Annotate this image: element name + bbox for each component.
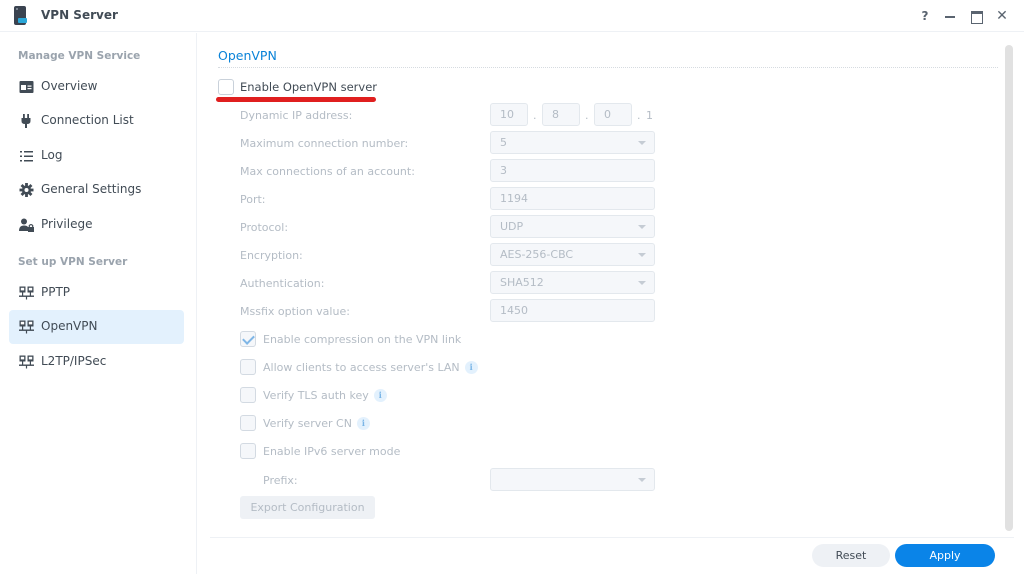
close-button[interactable]: ✕	[994, 7, 1010, 25]
sidebar-item-connection-list[interactable]: Connection List	[9, 104, 184, 138]
gear-icon	[19, 183, 34, 197]
allow-lan-label-row: Allow clients to access server's LAN i	[263, 361, 478, 374]
section-divider	[218, 67, 998, 68]
enable-openvpn-checkbox[interactable]	[218, 79, 234, 95]
sidebar-heading-manage: Manage VPN Service	[18, 50, 141, 62]
ip-separator: .	[533, 109, 537, 122]
authentication-label: Authentication:	[240, 277, 325, 290]
port-label: Port:	[240, 193, 266, 206]
authentication-select[interactable]: SHA512	[490, 271, 655, 294]
maximize-button[interactable]	[968, 7, 984, 25]
prefix-select[interactable]	[490, 468, 655, 491]
verify-server-cn-label: Verify server CN	[263, 417, 352, 430]
sidebar-item-label: Log	[41, 148, 63, 162]
sidebar: Manage VPN Service Overview Connection L…	[0, 33, 197, 574]
sidebar-item-log[interactable]: Log	[9, 139, 184, 173]
compression-label: Enable compression on the VPN link	[263, 333, 462, 346]
mssfix-label: Mssfix option value:	[240, 305, 350, 318]
port-input[interactable]: 1194	[490, 187, 655, 210]
sidebar-item-label: Privilege	[41, 217, 93, 231]
ip-separator: .	[637, 109, 641, 122]
sidebar-item-l2tp-ipsec[interactable]: L2TP/IPSec	[9, 345, 184, 379]
plug-icon	[21, 114, 31, 128]
max-connections-select[interactable]: 5	[490, 131, 655, 154]
encryption-label: Encryption:	[240, 249, 303, 262]
ip-octet-2-input[interactable]: 8	[542, 103, 580, 126]
red-annotation-underline	[216, 97, 376, 102]
info-icon[interactable]: i	[464, 361, 478, 374]
vertical-scrollbar[interactable]	[1005, 45, 1013, 531]
info-icon[interactable]: i	[356, 417, 370, 430]
sidebar-item-pptp[interactable]: PPTP	[9, 276, 184, 310]
enable-openvpn-label: Enable OpenVPN server	[240, 80, 378, 94]
footer-bar	[210, 537, 1014, 574]
verify-tls-label: Verify TLS auth key	[263, 389, 369, 402]
reset-button[interactable]: Reset	[812, 544, 890, 567]
max-per-account-input[interactable]: 3	[490, 159, 655, 182]
network-icon	[19, 286, 34, 300]
protocol-select[interactable]: UDP	[490, 215, 655, 238]
ipv6-mode-checkbox[interactable]	[240, 443, 256, 459]
verify-server-cn-label-row: Verify server CN i	[263, 417, 370, 430]
max-connections-label: Maximum connection number:	[240, 137, 409, 150]
user-lock-icon	[19, 218, 34, 232]
sidebar-heading-setup: Set up VPN Server	[18, 256, 128, 268]
openvpn-settings-panel: OpenVPN Enable OpenVPN server Dynamic IP…	[210, 33, 1014, 538]
title-bar: VPN Server ? ✕	[0, 0, 1024, 32]
export-configuration-button[interactable]: Export Configuration	[240, 496, 375, 519]
list-icon	[20, 151, 33, 162]
prefix-label: Prefix:	[263, 474, 298, 487]
sidebar-item-label: General Settings	[41, 182, 142, 196]
sidebar-item-overview[interactable]: Overview	[9, 70, 184, 104]
allow-lan-label: Allow clients to access server's LAN	[263, 361, 460, 374]
ip-octet-1-input[interactable]: 10	[490, 103, 528, 126]
mssfix-input[interactable]: 1450	[490, 299, 655, 322]
help-button[interactable]: ?	[917, 7, 933, 25]
overview-icon	[19, 81, 34, 93]
ip-octet-3-input[interactable]: 0	[594, 103, 632, 126]
vpn-server-app-icon	[14, 6, 27, 25]
encryption-select[interactable]: AES-256-CBC	[490, 243, 655, 266]
protocol-label: Protocol:	[240, 221, 289, 234]
network-icon	[19, 320, 34, 334]
ipv6-mode-label: Enable IPv6 server mode	[263, 445, 401, 458]
verify-tls-checkbox[interactable]	[240, 387, 256, 403]
window-title: VPN Server	[41, 8, 118, 22]
apply-button[interactable]: Apply	[895, 544, 995, 567]
dynamic-ip-label: Dynamic IP address:	[240, 109, 353, 122]
sidebar-item-label: PPTP	[41, 285, 71, 299]
section-title: OpenVPN	[218, 48, 277, 63]
sidebar-item-label: Connection List	[41, 113, 134, 127]
sidebar-item-label: L2TP/IPSec	[41, 354, 107, 368]
verify-tls-label-row: Verify TLS auth key i	[263, 389, 387, 402]
sidebar-item-openvpn[interactable]: OpenVPN	[9, 310, 184, 344]
minimize-button[interactable]	[942, 7, 958, 25]
compression-checkbox[interactable]	[240, 331, 256, 347]
info-icon[interactable]: i	[373, 389, 387, 402]
network-icon	[19, 355, 34, 369]
sidebar-item-label: OpenVPN	[41, 319, 98, 333]
sidebar-item-privilege[interactable]: Privilege	[9, 208, 184, 242]
allow-lan-checkbox[interactable]	[240, 359, 256, 375]
sidebar-item-label: Overview	[41, 79, 98, 93]
max-per-account-label: Max connections of an account:	[240, 165, 415, 178]
ip-last-octet: 1	[646, 109, 653, 122]
sidebar-item-general-settings[interactable]: General Settings	[9, 173, 184, 207]
verify-server-cn-checkbox[interactable]	[240, 415, 256, 431]
ip-separator: .	[585, 109, 589, 122]
